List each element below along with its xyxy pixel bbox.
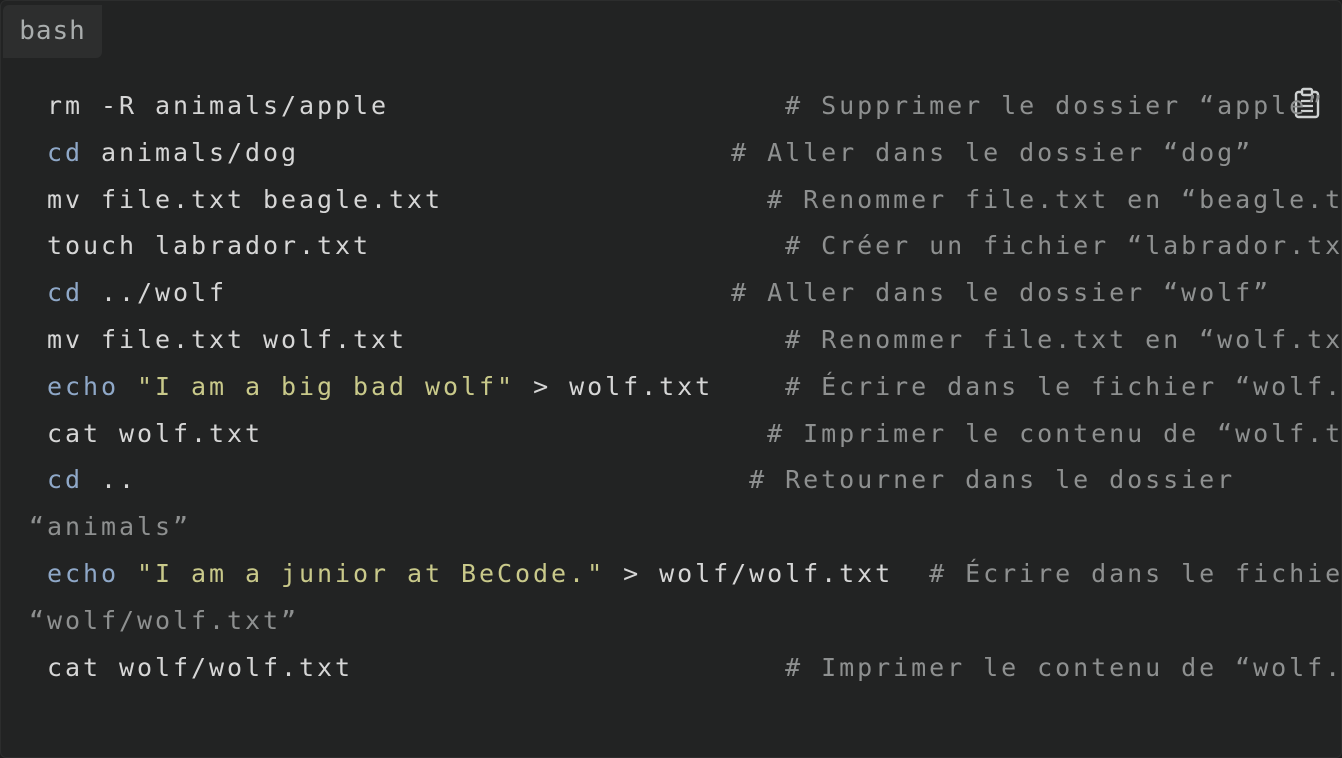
code-line: mv file.txt wolf.txt # Renommer file.txt… bbox=[29, 317, 1341, 364]
comment: # Écrire dans le fichier bbox=[929, 558, 1342, 588]
code-content: rm -R animals/apple # Supprimer le dossi… bbox=[29, 83, 1341, 692]
code-line: cd ../wolf # Aller dans le dossier “wolf… bbox=[29, 270, 1329, 317]
command-text: rm -R animals/apple bbox=[29, 91, 390, 120]
command-text bbox=[119, 372, 137, 401]
comment: # Retourner dans le dossier bbox=[749, 465, 1236, 495]
code-line: cat wolf/wolf.txt # Imprimer le contenu … bbox=[29, 645, 1341, 692]
command-text: cat wolf/wolf.txt bbox=[29, 652, 354, 682]
command-text: .. bbox=[83, 465, 138, 495]
language-label: bash bbox=[3, 5, 102, 58]
command-text: ../wolf bbox=[83, 278, 228, 308]
comment: “wolf/wolf.txt” bbox=[29, 605, 300, 635]
keyword: echo bbox=[29, 558, 120, 588]
code-padding bbox=[353, 653, 785, 682]
command-text: mv file.txt wolf.txt bbox=[29, 324, 408, 354]
command-text: > wolf.txt bbox=[515, 371, 714, 401]
comment: # Imprimer le contenu de “wolf.txt” bbox=[767, 418, 1342, 448]
comment: # Renommer file.txt en “beagle.txt” bbox=[767, 184, 1342, 214]
code-padding bbox=[893, 559, 929, 588]
command-text: mv file.txt beagle.txt bbox=[29, 184, 444, 214]
comment: # Aller dans le dossier “wolf” bbox=[731, 278, 1272, 308]
string-literal: "I am a junior at BeCode." bbox=[137, 558, 606, 588]
keyword: echo bbox=[29, 371, 120, 401]
code-line: touch labrador.txt # Créer un fichier “l… bbox=[29, 223, 1341, 270]
comment: “animals” bbox=[29, 512, 192, 542]
code-line: mv file.txt beagle.txt # Renommer file.t… bbox=[29, 177, 1341, 224]
code-line: rm -R animals/apple # Supprimer le dossi… bbox=[29, 83, 1329, 130]
code-padding bbox=[299, 138, 731, 167]
code-line: echo "I am a junior at BeCode." > wolf/w… bbox=[29, 551, 1341, 598]
code-line: cd .. # Retourner dans le dossier bbox=[29, 457, 1329, 504]
code-padding bbox=[371, 231, 785, 260]
code-padding bbox=[443, 185, 767, 214]
code-padding bbox=[263, 419, 767, 448]
code-padding bbox=[713, 372, 785, 401]
comment: # Écrire dans le fichier “wolf.txt” bbox=[785, 371, 1342, 401]
comment: # Aller dans le dossier “dog” bbox=[731, 137, 1254, 167]
string-literal: "I am a big bad wolf" bbox=[137, 371, 516, 401]
command-text: animals/dog bbox=[83, 137, 300, 167]
code-line: echo "I am a big bad wolf" > wolf.txt # … bbox=[29, 364, 1341, 411]
code-line: cd animals/dog # Aller dans le dossier “… bbox=[29, 130, 1329, 177]
code-line: “wolf/wolf.txt” bbox=[29, 598, 1329, 645]
code-block: bash rm -R animals/apple # Supprimer le … bbox=[0, 0, 1342, 758]
command-text: touch labrador.txt bbox=[29, 231, 372, 261]
comment: # Supprimer le dossier “apple” bbox=[785, 91, 1326, 120]
keyword: cd bbox=[29, 278, 84, 308]
command-text bbox=[119, 559, 137, 588]
code-padding bbox=[389, 91, 785, 120]
command-text: > wolf/wolf.txt bbox=[605, 558, 894, 588]
comment: # Imprimer le contenu de “wolf.txt” bbox=[785, 652, 1342, 682]
command-text: cat wolf.txt bbox=[29, 418, 264, 448]
keyword: cd bbox=[29, 465, 84, 495]
code-padding bbox=[407, 325, 785, 354]
code-padding bbox=[227, 278, 731, 307]
code-line: cat wolf.txt # Imprimer le contenu de “w… bbox=[29, 411, 1341, 458]
code-line: “animals” bbox=[29, 504, 1329, 551]
code-padding bbox=[137, 465, 749, 494]
comment: # Créer un fichier “labrador.txt” bbox=[785, 231, 1342, 261]
keyword: cd bbox=[29, 137, 84, 167]
comment: # Renommer file.txt en “wolf.txt” bbox=[785, 324, 1342, 354]
